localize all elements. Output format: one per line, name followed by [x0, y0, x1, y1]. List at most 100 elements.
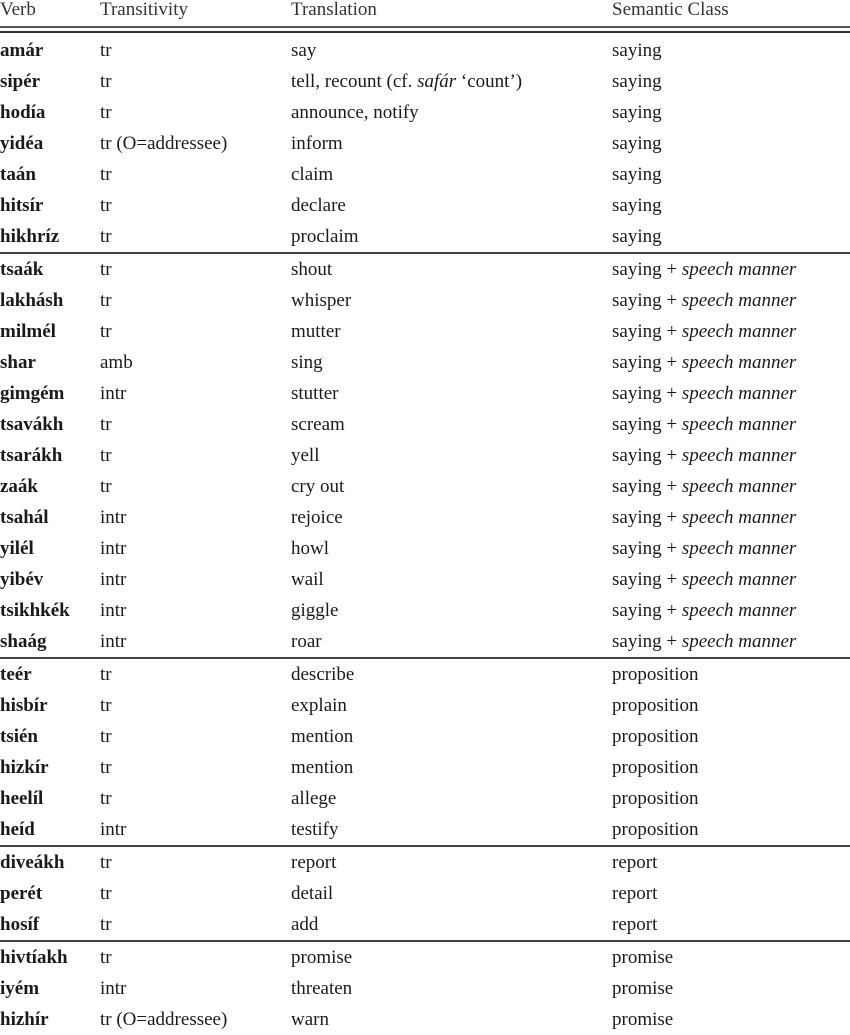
verb-cell: tsién — [0, 726, 38, 747]
semantic-class-cell: promise — [612, 1009, 674, 1030]
verb-cell: hizkír — [0, 757, 49, 778]
semantic-class-cell: saying + speech manner — [612, 564, 796, 595]
transitivity-cell: tr — [100, 757, 112, 778]
row-group: hivtíakh tr promise promise iyém intr threaten… — [0, 942, 850, 1035]
translation-cell: tell, recount (cf. safár ‘count’) — [291, 66, 522, 97]
verb-cell: iyém — [0, 978, 40, 999]
verb-cell: shaág — [0, 631, 47, 652]
translation-cell: mutter — [291, 321, 341, 342]
table-row: perét tr detail report — [0, 878, 850, 909]
translation-cell: mention — [291, 726, 354, 747]
semantic-class-cell: saying — [612, 133, 662, 154]
translation-cell: mention — [291, 757, 354, 778]
row-group: teér tr describe proposition hisbír tr explain… — [0, 659, 850, 845]
transitivity-cell: tr — [100, 445, 112, 466]
verb-cell: taán — [0, 164, 36, 185]
semantic-class-text: saying + — [612, 445, 682, 466]
transitivity-cell: tr — [100, 852, 112, 873]
verb-cell: yilél — [0, 538, 34, 559]
semantic-class-cell: saying — [612, 226, 662, 247]
table-body: amár tr say saying sipér tr tell, recount (cf.… — [0, 34, 850, 1035]
semantic-class-cell: promise — [612, 978, 674, 999]
table-row: hodía tr announce, notify saying — [0, 97, 850, 128]
transitivity-cell: intr — [100, 600, 127, 621]
semantic-class-cell: saying + speech manner — [612, 595, 796, 626]
translation-cell: say — [291, 40, 317, 61]
table-row: teér tr describe proposition — [0, 659, 850, 690]
translation-cell: whisper — [291, 290, 352, 311]
row-group: tsaák tr shout saying + speech manner lakhás… — [0, 254, 850, 657]
semantic-class-italic: speech manner — [681, 631, 797, 652]
semantic-class-cell: saying + speech manner — [612, 533, 796, 564]
semantic-class-text: saying + — [612, 538, 682, 559]
table-row: tsahál intr rejoice saying + speech manner — [0, 502, 850, 533]
translation-cell: scream — [291, 414, 345, 435]
semantic-class-cell: saying + speech manner — [612, 409, 796, 440]
translation-cell: rejoice — [291, 507, 343, 528]
transitivity-cell: intr — [100, 631, 127, 652]
semantic-class-italic: speech manner — [681, 383, 797, 404]
verb-cell: gimgém — [0, 383, 65, 404]
translation-cell: stutter — [291, 383, 339, 404]
table-row: hitsír tr declare saying — [0, 190, 850, 221]
verb-cell: diveákh — [0, 852, 65, 873]
translation-text: tell, recount (cf. — [291, 71, 418, 92]
verb-cell: hisbír — [0, 695, 48, 716]
transitivity-cell: tr — [100, 102, 112, 123]
transitivity-cell: tr — [100, 914, 112, 935]
semantic-class-cell: saying + speech manner — [612, 502, 796, 533]
transitivity-cell: tr — [100, 40, 112, 61]
table-row: amár tr say saying — [0, 35, 850, 66]
semantic-class-italic: speech manner — [681, 600, 797, 621]
translation-cell: claim — [291, 164, 334, 185]
verb-cell: hodía — [0, 102, 46, 123]
semantic-class-cell: saying + speech manner — [612, 471, 796, 502]
semantic-class-cell: proposition — [612, 726, 699, 747]
table-row: zaák tr cry out saying + speech manner — [0, 471, 850, 502]
semantic-class-italic: speech manner — [681, 352, 797, 373]
translation-cell: declare — [291, 195, 346, 216]
transitivity-cell: intr — [100, 383, 127, 404]
translation-cell: explain — [291, 695, 347, 716]
semantic-class-italic: speech manner — [681, 259, 797, 280]
verb-cell: teér — [0, 664, 32, 685]
semantic-class-cell: saying — [612, 195, 662, 216]
verb-cell: tsaák — [0, 259, 44, 280]
table-row: tsavákh tr scream saying + speech manner — [0, 409, 850, 440]
semantic-class-text: saying + — [612, 352, 682, 373]
table-row: hosíf tr add report — [0, 909, 850, 940]
header-transitivity: Transitivity — [100, 0, 188, 20]
semantic-class-italic: speech manner — [681, 321, 797, 342]
semantic-class-cell: saying — [612, 102, 662, 123]
transitivity-cell: tr — [100, 695, 112, 716]
semantic-class-italic: speech manner — [681, 476, 797, 497]
semantic-class-cell: saying — [612, 164, 662, 185]
verb-cell: hikhríz — [0, 226, 60, 247]
semantic-class-text: saying + — [612, 600, 682, 621]
transitivity-cell: tr — [100, 290, 112, 311]
table-row: heelíl tr allege proposition — [0, 783, 850, 814]
table-row: hizhír tr (O=addressee) warn promise — [0, 1004, 850, 1035]
table-row: milmél tr mutter saying + speech manner — [0, 316, 850, 347]
semantic-class-text: saying + — [612, 383, 682, 404]
transitivity-cell: tr — [100, 788, 112, 809]
header-rule-top — [0, 26, 850, 28]
translation-cell: testify — [291, 819, 339, 840]
table-row: shaág intr roar saying + speech manner — [0, 626, 850, 657]
transitivity-cell: tr — [100, 476, 112, 497]
verb-cell: sipér — [0, 71, 41, 92]
table-row: hivtíakh tr promise promise — [0, 942, 850, 973]
verb-cell: heíd — [0, 819, 35, 840]
transitivity-cell: intr — [100, 507, 127, 528]
verb-cell: milmél — [0, 321, 56, 342]
verb-cell: zaák — [0, 476, 38, 497]
transitivity-cell: tr — [100, 726, 112, 747]
semantic-class-cell: saying + speech manner — [612, 254, 796, 285]
header-semantic-class: Semantic Class — [612, 0, 729, 20]
verb-cell: yidéa — [0, 133, 44, 154]
verb-cell: perét — [0, 883, 43, 904]
semantic-class-cell: saying + speech manner — [612, 626, 796, 657]
translation-cell: announce, notify — [291, 102, 419, 123]
translation-cell: giggle — [291, 600, 339, 621]
table-row: sipér tr tell, recount (cf. safár ‘count’)… — [0, 66, 850, 97]
